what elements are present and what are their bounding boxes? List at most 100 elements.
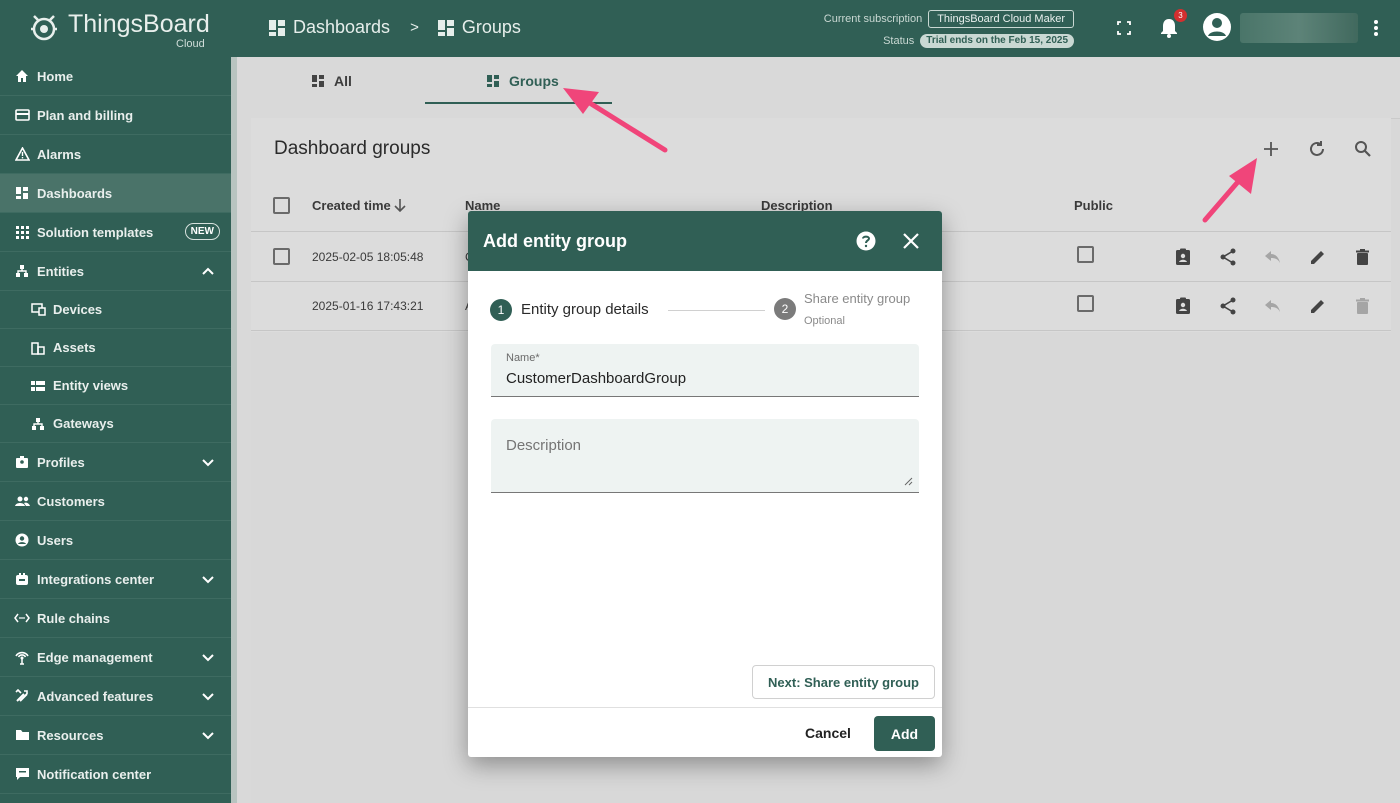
sidebar-item-label: Notification center (37, 766, 152, 782)
breadcrumb-separator: > (410, 19, 419, 36)
sidebar-item-entity-views[interactable]: Entity views (0, 367, 231, 405)
integrations-icon (14, 571, 30, 587)
next-share-entity-group-button[interactable]: Next: Share entity group (752, 665, 935, 699)
description-input[interactable] (506, 437, 901, 481)
step-2-label[interactable]: Share entity group (804, 291, 910, 306)
add-button[interactable]: Add (874, 716, 935, 751)
sidebar-item-profiles[interactable]: Profiles (0, 443, 231, 482)
app-logo[interactable]: ThingsBoard Cloud (26, 6, 210, 50)
public-checkbox[interactable] (1077, 246, 1094, 263)
tab-all[interactable]: All (311, 57, 352, 105)
delete-icon[interactable] (1351, 245, 1374, 268)
users-icon (14, 532, 30, 548)
more-vert-icon[interactable] (1364, 16, 1388, 40)
sidebar-item-advanced-features[interactable]: Advanced features (0, 677, 231, 716)
search-icon[interactable] (1352, 138, 1374, 160)
notifications-icon[interactable]: 3 (1157, 9, 1187, 40)
breadcrumb-dashboards[interactable]: Dashboards (293, 17, 390, 38)
sidebar-item-integrations-center[interactable]: Integrations center (0, 560, 231, 599)
reply-icon (1261, 294, 1284, 317)
subscription-plan[interactable]: ThingsBoard Cloud Maker (928, 10, 1074, 28)
dashboard-icon (14, 185, 30, 201)
billing-icon (14, 107, 30, 123)
arrow-down-icon[interactable] (394, 198, 406, 212)
sidebar-item-gateways[interactable]: Gateways (0, 405, 231, 443)
name-input[interactable] (506, 370, 901, 387)
sidebar-item-customers[interactable]: Customers (0, 482, 231, 521)
gateways-icon (30, 416, 46, 432)
rule-chains-icon (14, 610, 30, 626)
sidebar-item-home[interactable]: Home (0, 57, 231, 96)
assignment-icon[interactable] (1171, 294, 1194, 317)
chevron-down-icon[interactable] (201, 650, 215, 664)
sidebar-item-notification-center[interactable]: Notification center (0, 755, 231, 794)
chevron-down-icon[interactable] (201, 728, 215, 742)
sidebar-item-plan-and-billing[interactable]: Plan and billing (0, 96, 231, 135)
chevron-down-icon[interactable] (201, 455, 215, 469)
assignment-icon[interactable] (1171, 245, 1194, 268)
sidebar-item-label: Alarms (37, 146, 82, 162)
sidebar-item-solution-templates[interactable]: Solution templates NEW (0, 213, 231, 252)
public-checkbox[interactable] (1077, 295, 1094, 312)
step-1-number[interactable]: 1 (490, 299, 512, 321)
share-icon[interactable] (1216, 245, 1239, 268)
sidebar-item-label: Solution templates (37, 224, 154, 240)
edit-icon[interactable] (1306, 245, 1329, 268)
status-badge: Trial ends on the Feb 15, 2025 (920, 34, 1074, 48)
description-field[interactable] (491, 419, 919, 493)
page-title: Dashboard groups (274, 138, 431, 159)
chevron-down-icon[interactable] (201, 572, 215, 586)
subscription-info: Current subscription ThingsBoard Cloud M… (824, 8, 1074, 52)
name-field[interactable]: Name* (491, 344, 919, 397)
sidebar-item-label: Gateways (53, 416, 114, 431)
step-2-number[interactable]: 2 (774, 298, 796, 320)
row-actions (1171, 294, 1374, 317)
step-1-label[interactable]: Entity group details (521, 301, 649, 318)
tab-label: All (334, 73, 352, 89)
edge-icon (14, 649, 30, 665)
sidebar-item-label: Devices (53, 302, 103, 317)
sidebar-scrollbar[interactable] (231, 57, 237, 803)
column-public[interactable]: Public (1074, 198, 1113, 213)
profiles-icon (14, 454, 30, 470)
account-avatar-icon[interactable] (1202, 12, 1232, 42)
sidebar-item-alarms[interactable]: Alarms (0, 135, 231, 174)
column-created-time[interactable]: Created time (312, 198, 391, 213)
devices-icon (30, 302, 46, 318)
notification-center-icon (14, 766, 30, 782)
resize-handle-icon[interactable] (903, 476, 913, 486)
delete-icon (1351, 294, 1374, 317)
sidebar: Home Plan and billing Alarms Dashboards … (0, 57, 237, 803)
sidebar-item-entities[interactable]: Entities (0, 252, 231, 291)
dashboard-icon (487, 75, 499, 87)
sidebar-item-edge-management[interactable]: Edge management (0, 638, 231, 677)
sidebar-item-rule-chains[interactable]: Rule chains (0, 599, 231, 638)
logo-icon (31, 15, 57, 41)
sidebar-item-devices[interactable]: Devices (0, 291, 231, 329)
cancel-button[interactable]: Cancel (790, 716, 866, 750)
close-icon[interactable] (902, 232, 920, 250)
sidebar-item-dashboards[interactable]: Dashboards (0, 174, 231, 213)
select-all-checkbox[interactable] (273, 197, 290, 214)
sidebar-item-assets[interactable]: Assets (0, 329, 231, 367)
tab-groups[interactable]: Groups (486, 57, 559, 105)
help-icon[interactable] (856, 231, 876, 251)
row-checkbox[interactable] (273, 248, 290, 265)
sidebar-item-label: Plan and billing (37, 107, 134, 123)
assets-icon (30, 340, 46, 356)
sidebar-item-resources[interactable]: Resources (0, 716, 231, 755)
chevron-down-icon[interactable] (201, 689, 215, 703)
chevron-up-icon[interactable] (201, 264, 215, 278)
logo-text: ThingsBoard (68, 10, 210, 38)
user-name-blurred[interactable] (1240, 13, 1358, 43)
share-icon[interactable] (1216, 294, 1239, 317)
top-bar: ThingsBoard Cloud Dashboards > Groups Cu… (0, 0, 1400, 57)
fullscreen-icon[interactable] (1112, 16, 1136, 40)
edit-icon[interactable] (1306, 294, 1329, 317)
row-actions (1171, 245, 1374, 268)
entities-icon (14, 263, 30, 279)
sidebar-item-label: Dashboards (37, 185, 113, 201)
sidebar-item-users[interactable]: Users (0, 521, 231, 560)
refresh-icon[interactable] (1306, 138, 1328, 160)
status-label: Status (883, 35, 915, 47)
